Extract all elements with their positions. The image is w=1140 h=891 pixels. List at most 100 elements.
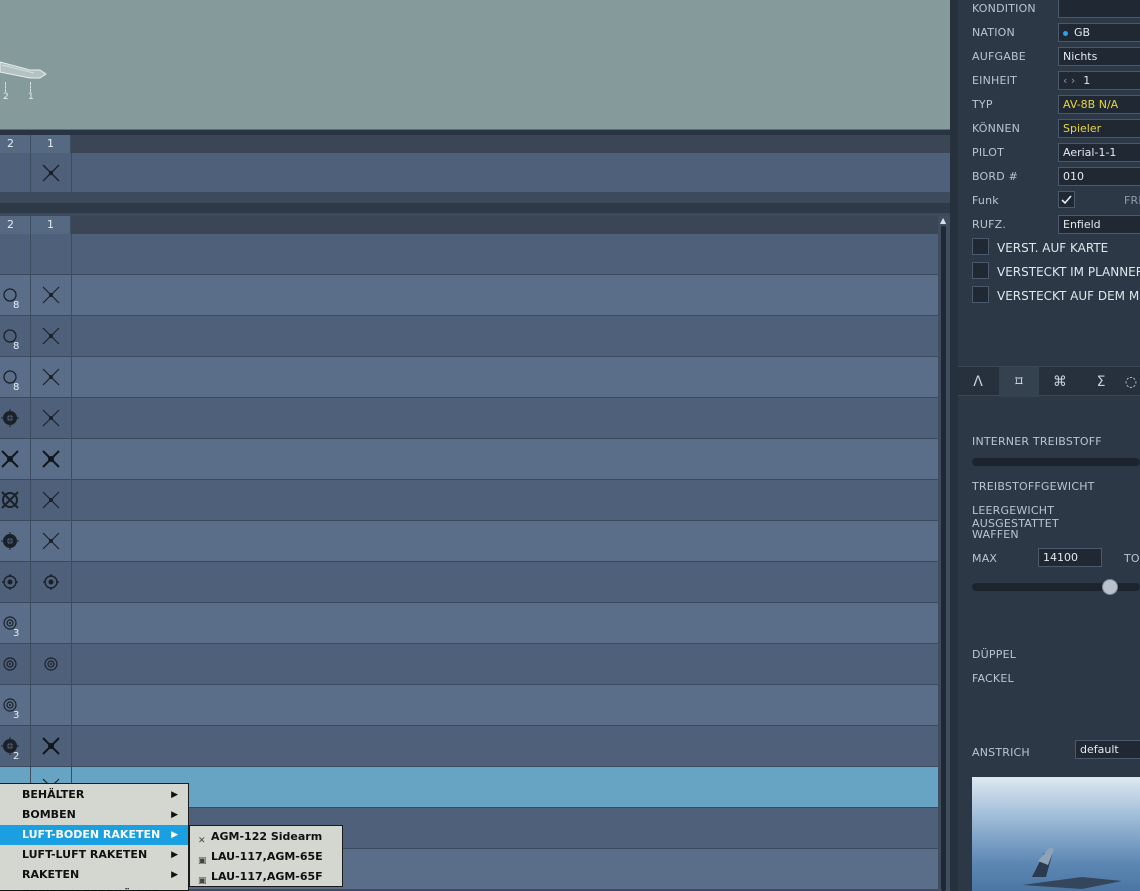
empty-weight-label: LEERGEWICHT AUSGESTATTET bbox=[972, 504, 1059, 530]
nation-dot-icon bbox=[1063, 30, 1068, 36]
table-row[interactable] bbox=[0, 480, 938, 521]
aufgabe-select[interactable]: Nichts bbox=[1058, 47, 1140, 66]
bord-label: BORD # bbox=[972, 170, 1019, 183]
table-row[interactable] bbox=[0, 644, 938, 685]
submenu-arrow-icon: ▶ bbox=[171, 885, 178, 891]
menu-item[interactable]: LUFT-LUFT RAKETEN ▶ bbox=[0, 845, 188, 865]
submenu-arrow-icon: ▶ bbox=[171, 790, 178, 800]
table-row[interactable] bbox=[0, 562, 938, 603]
livery-label: ANSTRICH bbox=[972, 746, 1030, 759]
table-row[interactable] bbox=[0, 521, 938, 562]
sum-icon: Σ bbox=[1096, 374, 1106, 390]
table-header: 2 1 bbox=[0, 216, 950, 234]
weapon-category-menu: BEHÄLTER ▶ BOMBEN ▶ LUFT-BODEN RAKETEN ▶ LUFT-… bbox=[0, 783, 189, 891]
submenu-arrow-icon: ▶ bbox=[171, 870, 178, 880]
submenu-arrow-icon: ▶ bbox=[171, 810, 178, 820]
pilot-field[interactable]: Aerial-1-1 bbox=[1058, 143, 1140, 162]
table-row[interactable]: 3 bbox=[0, 685, 938, 726]
aircraft-preview: 2 1 bbox=[0, 0, 950, 130]
nation-select[interactable]: GB bbox=[1058, 23, 1140, 42]
cross-icon[interactable] bbox=[41, 367, 61, 387]
einheit-label: EINHEIT bbox=[972, 74, 1018, 87]
cross-dark-icon[interactable] bbox=[41, 736, 61, 756]
ammo-count: 8 bbox=[13, 382, 20, 393]
pylon-marker bbox=[5, 82, 6, 92]
weight-slider-knob[interactable] bbox=[1102, 579, 1118, 595]
table-row[interactable]: 8 bbox=[0, 357, 938, 398]
kondition-label: KONDITION bbox=[972, 2, 1036, 15]
tab-command[interactable]: ⌘ bbox=[1040, 367, 1080, 397]
burst-icon[interactable] bbox=[0, 408, 20, 428]
cross-icon[interactable] bbox=[41, 408, 61, 428]
hidden-on-map-checkbox[interactable] bbox=[972, 238, 989, 255]
target-icon[interactable] bbox=[41, 654, 61, 674]
cross-icon[interactable] bbox=[41, 285, 61, 305]
kondition-field[interactable] bbox=[1058, 0, 1140, 18]
table-row[interactable]: 8 bbox=[0, 316, 938, 357]
funk-checkbox[interactable] bbox=[1058, 191, 1075, 208]
hidden-in-planner-checkbox[interactable] bbox=[972, 262, 989, 279]
scrollbar[interactable]: ▲ bbox=[938, 216, 950, 891]
payload-icon: ⌑ bbox=[1015, 374, 1023, 390]
flare-label: FACKEL bbox=[972, 672, 1014, 685]
callsign-select[interactable]: Enfield bbox=[1058, 215, 1140, 234]
livery-select[interactable]: default bbox=[1075, 740, 1140, 759]
cross-dark-icon[interactable] bbox=[0, 449, 20, 469]
scroll-up-icon[interactable]: ▲ bbox=[940, 216, 946, 225]
menu-item[interactable]: TREIBSTOFFBEHÄLTER▶ bbox=[0, 885, 188, 891]
table-row[interactable]: 3 bbox=[0, 603, 938, 644]
hidden-on-mfd-checkbox[interactable] bbox=[972, 286, 989, 303]
cross-icon[interactable] bbox=[41, 163, 61, 183]
pilot-label: PILOT bbox=[972, 146, 1004, 159]
max-weight-field[interactable]: 14100 bbox=[1038, 548, 1102, 567]
pylon-marker bbox=[30, 82, 31, 92]
tab-summary[interactable]: Σ bbox=[1081, 367, 1121, 397]
gear-icon[interactable] bbox=[0, 572, 20, 592]
ammo-count: 8 bbox=[13, 300, 20, 311]
more-icon: ◌ bbox=[1124, 374, 1138, 390]
cross-icon[interactable] bbox=[41, 326, 61, 346]
funk-label: Funk bbox=[972, 194, 999, 207]
chaff-label: DÜPPEL bbox=[972, 648, 1017, 661]
tab-payload[interactable]: ⌑ bbox=[999, 367, 1039, 397]
cross-dark-icon[interactable] bbox=[41, 449, 61, 469]
station-header-1: 1 bbox=[31, 216, 71, 234]
table-row[interactable] bbox=[0, 398, 938, 439]
submenu-item[interactable]: ✕ AGM-122 Sidearm bbox=[190, 827, 342, 847]
table-row[interactable] bbox=[0, 234, 938, 275]
table-row[interactable] bbox=[0, 439, 938, 480]
submenu-item[interactable]: ▣ LAU-117,AGM-65E bbox=[190, 847, 342, 867]
cross-icon[interactable] bbox=[41, 531, 61, 551]
burst-icon[interactable] bbox=[0, 531, 20, 551]
route-icon: ᐱ bbox=[973, 374, 983, 390]
gear-icon[interactable] bbox=[41, 572, 61, 592]
menu-item[interactable]: BOMBEN ▶ bbox=[0, 805, 188, 825]
menu-item[interactable]: BEHÄLTER ▶ bbox=[0, 785, 188, 805]
table-row[interactable]: 2 bbox=[0, 726, 938, 767]
menu-item[interactable]: RAKETEN ▶ bbox=[0, 865, 188, 885]
panel-tabs: ᐱ ⌑ ⌘ Σ ◌ bbox=[958, 366, 1140, 397]
tab-more[interactable]: ◌ bbox=[1122, 367, 1140, 397]
internal-fuel-slider[interactable] bbox=[972, 458, 1140, 466]
cross-icon[interactable] bbox=[41, 490, 61, 510]
target-icon[interactable] bbox=[0, 654, 20, 674]
table-row[interactable]: 8 bbox=[0, 275, 938, 316]
crossbox-icon[interactable] bbox=[0, 490, 20, 510]
scrollbar-thumb[interactable] bbox=[941, 226, 946, 891]
pod-icon: ▣ bbox=[198, 876, 207, 886]
air-to-ground-submenu: ✕ AGM-122 Sidearm ▣ LAU-117,AGM-65E ▣ LAU-117… bbox=[189, 825, 343, 887]
max-label: MAX bbox=[972, 552, 998, 565]
submenu-item[interactable]: ▣ LAU-117,AGM-65F bbox=[190, 867, 342, 887]
koennen-select[interactable]: Spieler bbox=[1058, 119, 1140, 138]
rufz-label: RUFZ. bbox=[972, 218, 1007, 231]
tab-route[interactable]: ᐱ bbox=[958, 367, 998, 397]
table-row[interactable] bbox=[0, 153, 950, 193]
bord-number-field[interactable]: 010 bbox=[1058, 167, 1140, 186]
stepper-arrows-icon[interactable]: ‹ › bbox=[1063, 74, 1075, 87]
einheit-stepper[interactable]: ‹ › 1 bbox=[1058, 71, 1140, 90]
station-header-2: 2 bbox=[0, 135, 31, 153]
ammo-count: 3 bbox=[13, 710, 20, 721]
typ-select[interactable]: AV-8B N/A bbox=[1058, 95, 1140, 114]
selected-stations-table: 2 1 bbox=[0, 135, 950, 193]
menu-item[interactable]: LUFT-BODEN RAKETEN ▶ bbox=[0, 825, 188, 845]
